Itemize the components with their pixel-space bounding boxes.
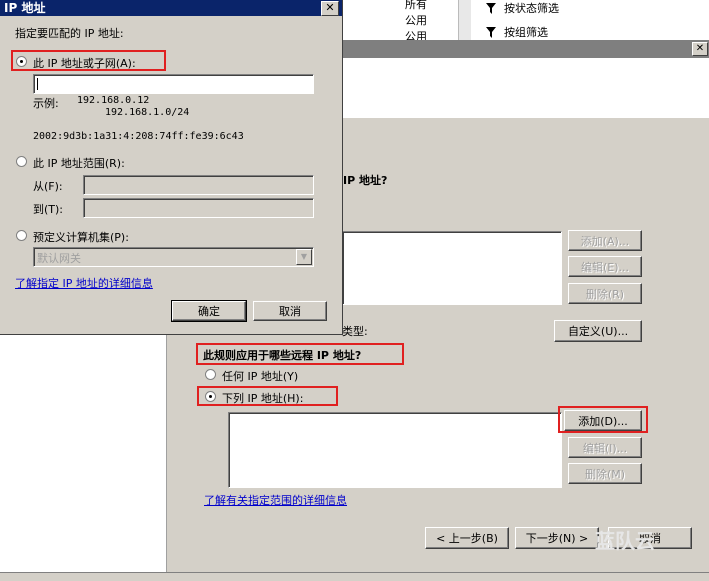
list-item[interactable]: 公用 — [405, 12, 427, 28]
range-option-label: 此 IP 地址范围(R): — [33, 157, 125, 170]
remote-ip-list[interactable] — [228, 412, 562, 488]
subnet-radio[interactable] — [16, 56, 27, 67]
action-label: 按组筛选 — [504, 26, 548, 39]
action-label: 按状态筛选 — [504, 2, 559, 15]
dialog-cancel-button[interactable]: 取消 — [253, 301, 327, 321]
local-ip-question: IP 地址? — [343, 174, 388, 187]
local-add-button[interactable]: 添加(A)... — [568, 230, 642, 251]
range-radio[interactable] — [16, 156, 27, 167]
range-to-input[interactable] — [83, 198, 314, 218]
local-delete-button[interactable]: 删除(R) — [568, 283, 642, 304]
example-ipv4-subnet: 192.168.1.0/24 — [105, 107, 190, 118]
action-filter-by-group[interactable]: 按组筛选 — [486, 24, 548, 40]
text-cursor — [37, 78, 38, 90]
range-from-input[interactable] — [83, 175, 314, 195]
these-ips-radio[interactable] — [205, 391, 216, 402]
subnet-input[interactable] — [33, 74, 314, 94]
back-button[interactable]: < 上一步(B) — [425, 527, 509, 549]
remote-add-button[interactable]: 添加(D)... — [564, 410, 642, 431]
wizard-titlebar[interactable] — [340, 40, 709, 58]
filter-icon — [486, 26, 496, 38]
list-item[interactable]: 所有 — [405, 0, 427, 12]
next-button[interactable]: 下一步(N) > — [515, 527, 599, 549]
remote-delete-button[interactable]: 删除(M) — [568, 463, 642, 484]
dialog-titlebar[interactable]: IP 地址 — [0, 0, 342, 16]
ip-help-link[interactable]: 了解指定 IP 地址的详细信息 — [15, 275, 153, 291]
customize-button[interactable]: 自定义(U)... — [554, 320, 642, 342]
from-label: 从(F): — [33, 180, 63, 193]
example-ipv4: 192.168.0.12 — [77, 95, 150, 106]
predefined-radio[interactable] — [16, 230, 27, 241]
predefined-select[interactable]: 默认网关 ▼ — [33, 247, 314, 267]
wizard-close-icon[interactable]: ✕ — [692, 42, 708, 56]
local-edit-button[interactable]: 编辑(E)... — [568, 256, 642, 277]
list-scrollbar[interactable] — [458, 0, 471, 40]
chevron-down-icon[interactable]: ▼ — [296, 249, 312, 265]
dialog-instruction: 指定要匹配的 IP 地址: — [15, 27, 124, 40]
example-label: 示例: — [33, 97, 59, 110]
filter-icon — [486, 2, 496, 14]
any-ip-radio[interactable] — [205, 369, 216, 380]
remote-ip-question: 此规则应用于哪些远程 IP 地址? — [203, 349, 362, 362]
watermark: 蓝队云 — [595, 529, 655, 553]
wizard-steps-pane — [0, 335, 167, 580]
close-icon[interactable]: ✕ — [321, 1, 339, 16]
any-ip-label: 任何 IP 地址(Y) — [222, 370, 299, 383]
to-label: 到(T): — [33, 203, 64, 216]
type-label: 类型: — [342, 325, 368, 338]
remote-edit-button[interactable]: 编辑(I)... — [568, 437, 642, 458]
ok-button[interactable]: 确定 — [171, 300, 247, 322]
these-ips-label: 下列 IP 地址(H): — [222, 392, 304, 405]
local-ip-list[interactable] — [342, 231, 562, 305]
rule-list — [340, 0, 458, 40]
wizard-header — [340, 58, 709, 119]
dialog-title: IP 地址 — [4, 1, 46, 15]
action-filter-by-state[interactable]: 按状态筛选 — [486, 0, 559, 16]
example-ipv6: 2002:9d3b:1a31:4:208:74ff:fe39:6c43 — [33, 131, 244, 142]
predefined-option-label: 预定义计算机集(P): — [33, 231, 129, 244]
subnet-option-label: 此 IP 地址或子网(A): — [33, 57, 136, 70]
scope-help-link[interactable]: 了解有关指定范围的详细信息 — [204, 492, 347, 508]
predefined-value: 默认网关 — [37, 252, 81, 265]
